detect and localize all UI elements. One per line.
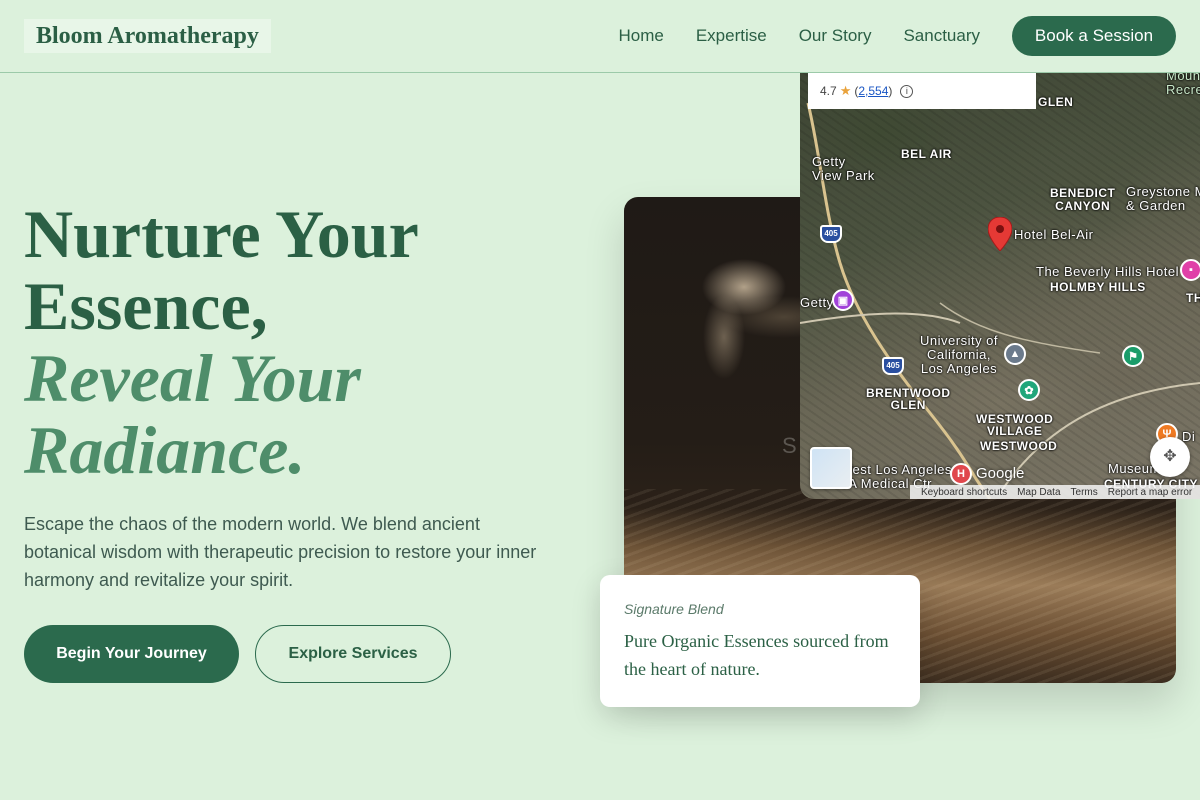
map-label-westwood-village: WESTWOOD VILLAGE — [976, 412, 1054, 438]
map-label-glen: GLEN — [1038, 95, 1074, 109]
map-label-benedict-canyon: BENEDICT CANYON — [1050, 186, 1116, 213]
terms-link[interactable]: Terms — [1071, 487, 1098, 498]
map-label-holmby-hills: HOLMBY HILLS — [1050, 280, 1146, 294]
map-label-bel-air: BEL AIR — [901, 147, 952, 161]
map-label-getty-view-park: Getty View Park — [812, 154, 875, 183]
museum-icon[interactable]: ▣ — [832, 289, 854, 311]
map-label-mount-recreation: Mount Recre — [1166, 73, 1200, 97]
info-icon[interactable]: i — [900, 84, 914, 98]
map-label-th: TH — [1186, 291, 1200, 305]
park-icon[interactable]: ✿ — [1018, 379, 1040, 401]
headline-line-2: Essence, — [24, 268, 268, 344]
highway-405-shield-south: 405 — [882, 357, 904, 375]
embedded-map[interactable]: 4.7 ★ (2,554) i GLEN BEL AIR Getty View … — [800, 73, 1200, 499]
school-icon[interactable]: ▲ — [1004, 343, 1026, 365]
map-label-ucla: University of California, Los Angeles — [920, 333, 999, 376]
headline-line-1: Nurture Your — [24, 196, 419, 272]
report-map-error-link[interactable]: Report a map error — [1108, 487, 1192, 498]
headline-line-4: Radiance. — [24, 412, 306, 488]
nav-home[interactable]: Home — [618, 16, 663, 56]
map-attribution: Keyboard shortcuts Map Data Terms Report… — [910, 485, 1200, 499]
keyboard-shortcuts-link[interactable]: Keyboard shortcuts — [921, 487, 1007, 498]
rating-value: 4.7 — [820, 84, 837, 98]
hero-description: Escape the chaos of the modern world. We… — [24, 514, 537, 590]
blend-description: Pure Organic Essences sourced from the h… — [624, 631, 889, 679]
blend-label: Signature Blend — [624, 601, 724, 617]
star-icon: ★ — [839, 83, 852, 98]
hotel-icon[interactable]: ▪ — [1180, 259, 1200, 281]
map-label-greystone: Greystone M & Garden — [1126, 184, 1200, 213]
street-view-thumbnail[interactable] — [810, 447, 852, 489]
main-nav: Home Expertise Our Story Sanctuary Book … — [618, 16, 1176, 56]
google-logo: Google — [976, 465, 1025, 482]
map-label-brentwood-glen: BRENTWOOD GLEN — [866, 386, 951, 412]
nav-our-story[interactable]: Our Story — [799, 16, 872, 56]
map-data-link[interactable]: Map Data — [1017, 487, 1060, 498]
hero-headline: Nurture Your Essence, Reveal Your Radian… — [24, 198, 419, 486]
brand-logo[interactable]: Bloom Aromatherapy — [24, 19, 271, 53]
highway-405-shield-north: 405 — [820, 225, 842, 243]
explore-services-button[interactable]: Explore Services — [255, 625, 451, 683]
review-count-link[interactable]: 2,554 — [858, 84, 888, 98]
map-label-hotel-bel-air: Hotel Bel-Air — [1014, 227, 1094, 242]
headline-line-3: Reveal Your — [24, 340, 361, 416]
signature-blend-card: Signature Blend Pure Organic Essences so… — [600, 575, 920, 707]
site-header: Bloom Aromatherapy Home Expertise Our St… — [0, 0, 1200, 73]
nav-expertise[interactable]: Expertise — [696, 16, 767, 56]
place-rating: 4.7 ★ (2,554) i — [808, 73, 1036, 109]
photo-overlay-text: S — [782, 433, 799, 458]
hospital-icon[interactable]: H — [950, 463, 972, 485]
park-icon[interactable]: ⚑ — [1122, 345, 1144, 367]
begin-journey-button[interactable]: Begin Your Journey — [24, 625, 239, 683]
book-session-button[interactable]: Book a Session — [1012, 16, 1176, 56]
map-marker-icon[interactable] — [988, 217, 1012, 251]
map-label-getty: Getty — [800, 295, 834, 310]
nav-sanctuary[interactable]: Sanctuary — [903, 16, 980, 56]
map-label-beverly-hills-hotel: The Beverly Hills Hotel — [1036, 264, 1179, 279]
pan-control-icon[interactable]: ✥ — [1150, 437, 1190, 477]
map-label-westwood: WESTWOOD — [980, 439, 1058, 453]
